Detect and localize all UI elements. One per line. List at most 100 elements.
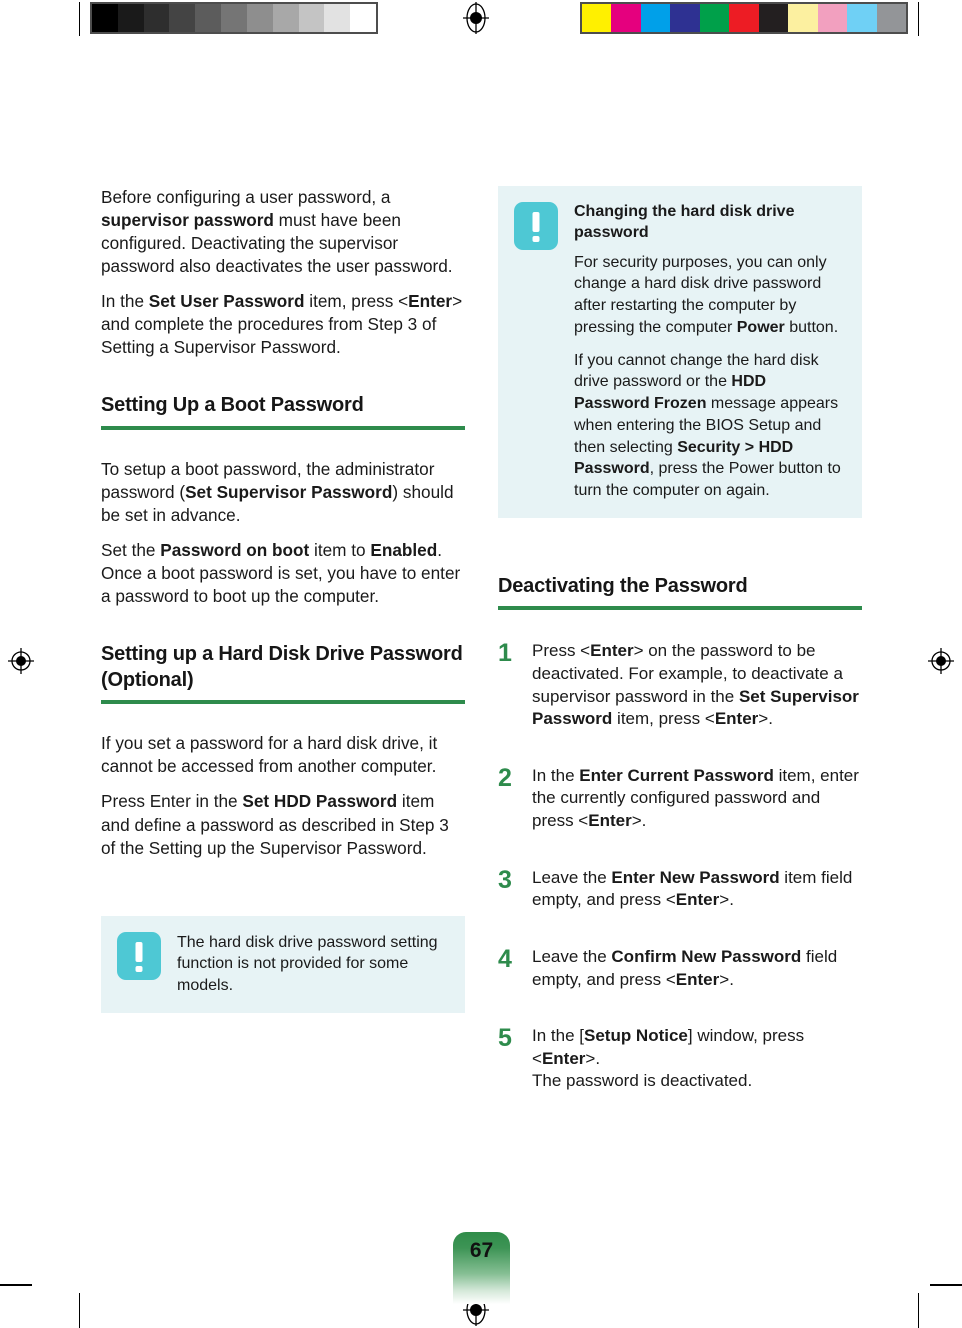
color-swatch [324,4,351,32]
step-number: 2 [498,763,512,792]
emphasis: Enter Current Password [579,765,774,785]
emphasis: Enter [588,811,632,831]
note-title: Changing the hard disk drive password [574,203,795,241]
note-content: The hard disk drive password setting fun… [177,932,447,997]
step-number: 5 [498,1024,512,1053]
step-number: 4 [498,944,512,973]
page-number-badge: 67 [453,1232,510,1304]
emphasis: Enter [541,1048,586,1068]
step-item: 2 In the Enter Current Password item, ent… [498,765,862,833]
step-number: 3 [498,865,512,894]
emphasis: Password on boot [160,540,310,561]
emphasis: Set HDD Password [242,791,398,812]
section-deactivating-the-password: Deactivating the Password 1 Press <Enter>… [498,574,862,1093]
section-body: To setup a boot password, the administra… [101,458,465,608]
exclamation-icon [514,202,558,250]
color-swatch [298,4,325,32]
emphasis: Power [736,318,785,336]
color-swatch [169,4,196,32]
color-swatch [729,4,759,32]
crop-mark [918,2,919,36]
paragraph: Press Enter in the Set HDD Password item… [101,791,449,858]
note-content: Changing the hard disk drive password For… [574,202,844,502]
emphasis: Set Supervisor Password [532,686,859,729]
step-item: 5 In the [Setup Notice] window, press <En… [498,1025,862,1093]
emphasis: Set Supervisor Password [185,481,393,502]
color-swatch [758,4,789,32]
paragraph: If you set a password for a hard disk dr… [101,733,438,777]
color-swatch [350,4,376,32]
emphasis: Enter [590,641,634,661]
note-paragraph: If you cannot change the hard disk drive… [574,351,841,500]
crop-mark [930,1284,962,1286]
color-swatch [640,4,671,32]
heading-rule [498,606,862,611]
note-paragraph: The hard disk drive password setting fun… [177,933,438,995]
heading-rule [101,425,465,430]
color-swatch [817,4,848,32]
color-swatch [117,4,144,32]
color-swatch [582,4,612,32]
grayscale-calibration-bar [90,2,378,34]
right-column: Changing the hard disk drive password For… [498,186,862,1093]
emphasis: Enter [408,291,453,312]
section-heading: Setting up a Hard Disk Drive Password (O… [101,643,463,691]
emphasis: Set User Password [148,291,305,312]
section-setting-up-hdd-password: Setting up a Hard Disk Drive Password (O… [101,642,465,859]
color-swatch [847,4,877,32]
exclamation-icon [117,931,161,980]
heading-rule [101,700,465,705]
left-column: Before configuring a user password, a su… [101,186,465,1013]
step-text: Press <Enter> on the password to be deac… [532,641,859,729]
emphasis: Enabled [370,540,438,561]
paragraph: Before configuring a user password, a su… [101,187,453,277]
emphasis: HDD Password Frozen [574,373,767,413]
registration-target-icon-right [928,648,954,674]
section-body: If you set a password for a hard disk dr… [101,732,465,859]
crop-mark [918,1293,919,1328]
emphasis: supervisor password [101,210,274,231]
emphasis: Security > HDD Password [574,438,794,478]
section-heading: Setting Up a Boot Password [101,394,364,417]
manual-page: Before configuring a user password, a su… [0,0,962,1328]
color-swatch [195,4,222,32]
emphasis: Confirm New Password [611,946,802,966]
color-swatch [876,4,906,32]
paragraph: Set the Password on boot item to Enabled… [101,540,461,607]
color-swatch [92,4,118,32]
color-swatch [272,4,299,32]
crop-mark [79,2,80,36]
step-item: 3 Leave the Enter New Password item field… [498,867,862,912]
paragraph: In the Set User Password item, press <En… [101,291,463,358]
color-swatch [246,4,273,32]
step-text: In the Enter Current Password item, ente… [532,765,859,831]
crop-mark [0,1284,32,1286]
emphasis: Enter New Password [611,867,780,887]
step-number: 1 [498,639,512,668]
step-text: Leave the Confirm New Password field emp… [532,946,838,989]
intro-paragraphs: Before configuring a user password, a su… [101,186,465,359]
step-item: 1 Press <Enter> on the password to be dea… [498,640,862,730]
step-text: Leave the Enter New Password item field … [532,867,853,910]
section-heading: Deactivating the Password [498,574,748,597]
step-list: 1 Press <Enter> on the password to be dea… [498,640,862,1093]
emphasis: Enter [675,890,720,910]
section-setting-up-boot-password: Setting Up a Boot Password To setup a bo… [101,393,465,608]
crop-mark [79,1293,80,1328]
emphasis: Setup Notice [583,1026,688,1046]
page-number: 67 [469,1239,494,1262]
color-swatch [788,4,818,32]
registration-target-icon-left [8,648,34,674]
emphasis: Enter [714,709,759,729]
step-text: In the [Setup Notice] window, press <Ent… [532,1026,805,1091]
note-paragraph: For security purposes, you can only chan… [574,253,839,336]
paragraph: To setup a boot password, the administra… [101,458,454,526]
note-box-hdd-not-provided: The hard disk drive password setting fun… [101,915,465,1013]
step-item: 4 Leave the Confirm New Password field em… [498,946,862,991]
emphasis: Enter [675,969,720,989]
color-swatch [611,4,641,32]
color-swatch [143,4,170,32]
color-swatch [699,4,730,32]
note-box-changing-hdd-password: Changing the hard disk drive password For… [498,186,862,518]
color-swatch [670,4,700,32]
